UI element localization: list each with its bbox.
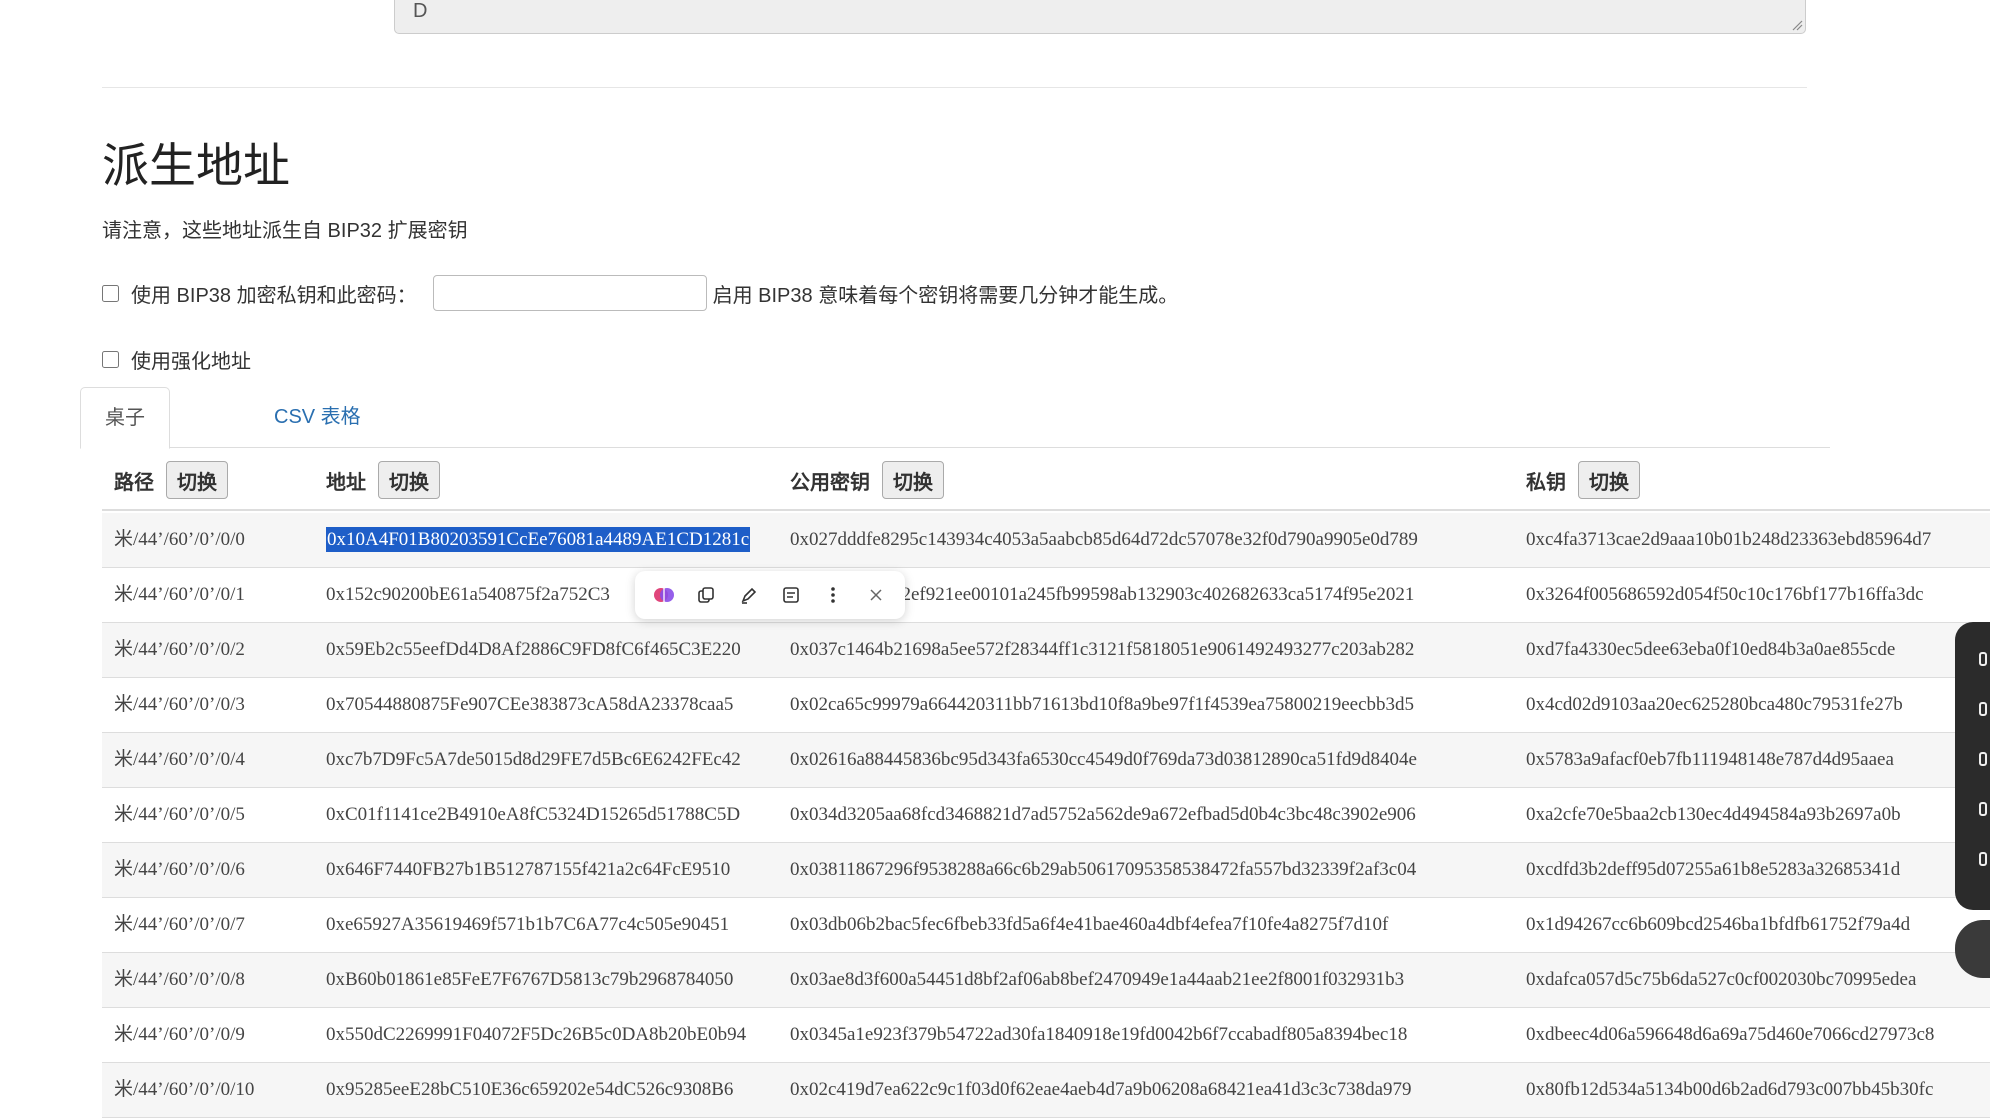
output-tabs: 桌子 CSV 表格 — [80, 387, 1830, 449]
bip38-label: 使用 BIP38 加密私钥和此密码： — [131, 284, 417, 307]
header-address: 地址 切换 — [326, 451, 440, 509]
table-row: 米/44’/60’/0’/0/1 0x152c90200bE61a540875f… — [102, 568, 1990, 623]
side-panel-widget[interactable] — [1955, 622, 1990, 910]
side-panel-icon[interactable] — [1979, 802, 1987, 816]
selected-address-text[interactable]: 0x10A4F01B80203591CcEe76081a4489AE1CD128… — [326, 527, 751, 552]
row-public-key: 0x03ae8d3f600a54451d8bf2af06ab8bef247094… — [790, 969, 1405, 990]
row-address: 0xB60b01861e85FeE7F6767D5813c79b29687840… — [326, 969, 734, 990]
row-address: 0x646F7440FB27b1B512787155f421a2c64FcE95… — [326, 859, 731, 880]
row-private-key: 0xcdfd3b2deff95d07255a61b8e5283a32685341… — [1526, 859, 1901, 880]
header-path: 路径 切换 — [114, 451, 228, 509]
row-public-key: 0x027dddfe8295c143934c4053a5aabcb85d64d7… — [790, 529, 1418, 550]
row-path: 米/44’/60’/0’/0/0 — [114, 529, 245, 550]
row-private-key: 0x3264f005686592d054f50c10c176bf177b16ff… — [1526, 584, 1924, 605]
resize-grip-icon[interactable] — [1791, 19, 1803, 31]
row-private-key: 0xa2cfe70e5baa2cb130ec4d494584a93b2697a0… — [1526, 804, 1901, 825]
row-private-key: 0x80fb12d534a5134b00d6b2ad6d793c007bb45b… — [1526, 1079, 1934, 1100]
row-public-key: 0x03811867296f9538288a66c6b29ab506170953… — [790, 859, 1417, 880]
row-path: 米/44’/60’/0’/0/2 — [114, 639, 245, 660]
tab-table[interactable]: 桌子 — [80, 387, 170, 449]
row-path: 米/44’/60’/0’/0/7 — [114, 914, 245, 935]
row-private-key: 0xd7fa4330ec5dee63eba0f10ed84b3a0ae855cd… — [1526, 639, 1896, 660]
side-panel-icon[interactable] — [1979, 652, 1987, 666]
table-row: 米/44’/60’/0’/0/8 0xB60b01861e85FeE7F6767… — [102, 953, 1990, 1008]
section-title: 派生地址 — [102, 139, 290, 192]
xpub-textarea[interactable]: D — [394, 0, 1806, 34]
table-row: 米/44’/60’/0’/0/3 0x70544880875Fe907CEe38… — [102, 678, 1990, 733]
header-private-key: 私钥 切换 — [1526, 451, 1640, 509]
address-table-body: 米/44’/60’/0’/0/0 0x10A4F01B80203591CcEe7… — [102, 513, 1990, 1118]
table-header: 路径 切换 地址 切换 公用密钥 切换 私钥 切换 — [102, 451, 1990, 511]
row-path: 米/44’/60’/0’/0/10 — [114, 1079, 255, 1100]
section-note: 请注意，这些地址派生自 BIP32 扩展密钥 — [102, 220, 468, 242]
row-path: 米/44’/60’/0’/0/9 — [114, 1024, 245, 1045]
toggle-address-button[interactable]: 切换 — [378, 461, 440, 499]
copy-icon[interactable] — [693, 582, 719, 608]
note-icon[interactable] — [778, 582, 804, 608]
side-panel-icon[interactable] — [1979, 752, 1987, 766]
table-row: 米/44’/60’/0’/0/4 0xc7b7D9Fc5A7de5015d8d2… — [102, 733, 1990, 788]
brain-icon[interactable] — [651, 582, 677, 608]
row-path: 米/44’/60’/0’/0/4 — [114, 749, 245, 770]
table-row: 米/44’/60’/0’/0/2 0x59Eb2c55eefDd4D8Af288… — [102, 623, 1990, 678]
header-public-key: 公用密钥 切换 — [790, 451, 944, 509]
hardened-checkbox[interactable] — [102, 351, 119, 368]
highlight-pen-icon[interactable] — [736, 582, 762, 608]
bip38-checkbox[interactable] — [102, 284, 119, 302]
row-path: 米/44’/60’/0’/0/6 — [114, 859, 245, 880]
row-private-key: 0x1d94267cc6b609bcd2546ba1bfdfb61752f79a… — [1526, 914, 1911, 935]
row-private-key: 0xdafca057d5c75b6da527c0cf002030bc70995e… — [1526, 969, 1917, 990]
row-private-key: 0x5783a9afacf0eb7fb111948148e787d4d95aae… — [1526, 749, 1894, 770]
row-path: 米/44’/60’/0’/0/3 — [114, 694, 245, 715]
table-row: 米/44’/60’/0’/0/9 0x550dC2269991F04072F5D… — [102, 1008, 1990, 1063]
row-address: 0xe65927A35619469f571b1b7C6A77c4c505e904… — [326, 914, 730, 935]
row-address: 0x59Eb2c55eefDd4D8Af2886C9FD8fC6f465C3E2… — [326, 639, 741, 660]
row-public-key: 0x02ca65c99979a664420311bb71613bd10f8a9b… — [790, 694, 1415, 715]
row-public-key: 0x02616a88445836bc95d343fa6530cc4549d0f7… — [790, 749, 1417, 770]
table-row: 米/44’/60’/0’/0/6 0x646F7440FB27b1B512787… — [102, 843, 1990, 898]
row-private-key: 0xc4fa3713cae2d9aaa10b01b248d23363ebd859… — [1526, 529, 1932, 550]
row-address: 0x70544880875Fe907CEe383873cA58dA23378ca… — [326, 694, 734, 715]
row-address: 0x95285eeE28bC510E36c659202e54dC526c9308… — [326, 1079, 734, 1100]
selection-toolbar — [635, 571, 905, 619]
row-public-key: 0x02c419d7ea622c9c1f03d0f62eae4aeb4d7a9b… — [790, 1079, 1412, 1100]
row-path: 米/44’/60’/0’/0/1 — [114, 584, 245, 605]
table-row: 米/44’/60’/0’/0/10 0x95285eeE28bC510E36c6… — [102, 1063, 1990, 1118]
more-icon[interactable] — [820, 582, 846, 608]
row-private-key: 0xdbeec4d06a596648d6a69a75d460e7066cd279… — [1526, 1024, 1935, 1045]
bip38-hint: 启用 BIP38 意味着每个密钥将需要几分钟才能生成。 — [712, 284, 1179, 307]
bip38-option-row: 使用 BIP38 加密私钥和此密码： 启用 BIP38 意味着每个密钥将需要几分… — [102, 275, 1178, 311]
table-row: 米/44’/60’/0’/0/5 0xC01f1141ce2B4910eA8fC… — [102, 788, 1990, 843]
row-public-key: 0x034d3205aa68fcd3468821d7ad5752a562de9a… — [790, 804, 1416, 825]
bip38-password-input[interactable] — [432, 275, 707, 311]
toggle-path-button[interactable]: 切换 — [166, 461, 228, 499]
side-panel-icon[interactable] — [1979, 852, 1987, 866]
row-address[interactable]: 0x10A4F01B80203591CcEe76081a4489AE1CD128… — [326, 513, 751, 567]
toggle-private-key-button[interactable]: 切换 — [1578, 461, 1640, 499]
row-public-key: 0x03db06b2bac5fec6fbeb33fd5a6f4e41bae460… — [790, 914, 1389, 935]
row-public-key: 0x0345a1e923f379b54722ad30fa1840918e19fd… — [790, 1024, 1408, 1045]
tab-csv[interactable]: CSV 表格 — [250, 387, 385, 448]
row-address: 0x550dC2269991F04072F5Dc26B5c0DA8b20bE0b… — [326, 1024, 747, 1045]
row-address: 0x152c90200bE61a540875f2a752C3 — [326, 584, 610, 605]
row-private-key: 0x4cd02d9103aa20ec625280bca480c79531fe27… — [1526, 694, 1903, 715]
row-path: 米/44’/60’/0’/0/5 — [114, 804, 245, 825]
row-public-key: 52ef921ee00101a245fb99598ab132903c402682… — [892, 584, 1415, 605]
toggle-public-key-button[interactable]: 切换 — [882, 461, 944, 499]
row-path: 米/44’/60’/0’/0/8 — [114, 969, 245, 990]
side-panel-icon[interactable] — [1979, 702, 1987, 716]
table-row: 米/44’/60’/0’/0/0 0x10A4F01B80203591CcEe7… — [102, 513, 1990, 568]
row-address: 0xc7b7D9Fc5A7de5015d8d29FE7d5Bc6E6242FEc… — [326, 749, 741, 770]
row-address: 0xC01f1141ce2B4910eA8fC5324D15265d51788C… — [326, 804, 741, 825]
hardened-option-row: 使用强化地址 — [102, 345, 251, 374]
hardened-label: 使用强化地址 — [131, 351, 251, 373]
table-row: 米/44’/60’/0’/0/7 0xe65927A35619469f571b1… — [102, 898, 1990, 953]
close-icon[interactable] — [863, 582, 889, 608]
divider — [102, 87, 1807, 88]
row-public-key: 0x037c1464b21698a5ee572f28344ff1c3121f58… — [790, 639, 1415, 660]
textarea-value: D — [413, 0, 428, 22]
